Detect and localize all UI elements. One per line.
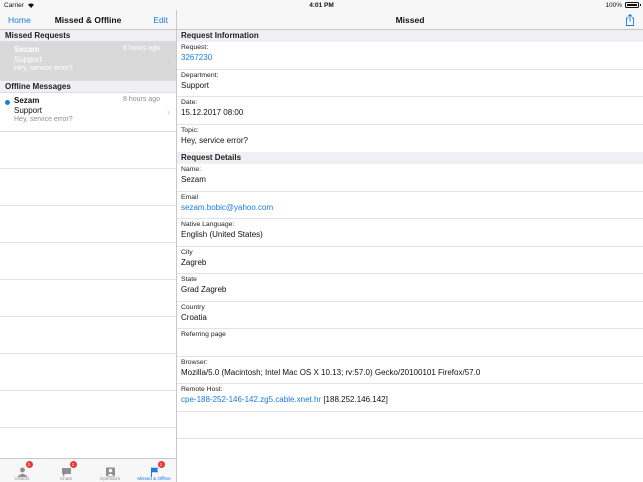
visitors-icon: 1 <box>17 461 33 477</box>
row-timestamp: 8 hours ago <box>123 45 160 52</box>
department-field: Department: Support <box>177 70 643 97</box>
ipad-screen: Carrier 4:01 PM 100% Home Missed & Offli… <box>0 0 643 482</box>
email-link[interactable]: sezam.bobic@yahoo.com <box>181 203 639 212</box>
edit-button[interactable]: Edit <box>153 15 168 25</box>
referring-page-field: Referring page <box>177 329 643 357</box>
row-timestamp: 8 hours ago <box>123 96 160 103</box>
date-field: Date: 15.12.2017 08:00 <box>177 97 643 125</box>
battery-percent: 100% <box>605 1 622 9</box>
detail-title: Missed <box>395 14 425 25</box>
missed-requests-header: Missed Requests <box>0 30 176 42</box>
state-field: State Grad Zagreb <box>177 274 643 302</box>
visitor-department: Support <box>14 106 43 115</box>
tab-missed-offline[interactable]: 1 Missed & Offline <box>132 459 176 482</box>
tab-badge: 1 <box>25 461 33 468</box>
unread-dot-icon <box>5 100 10 105</box>
missed-request-row[interactable]: Sezam Support Hey, service error? 8 hour… <box>0 42 176 81</box>
country-field: Country Croatia <box>177 302 643 329</box>
request-id-link[interactable]: 3267230 <box>181 53 639 62</box>
topic-field: Topic: Hey, service error? <box>181 126 248 145</box>
request-field: Request: 3267230 <box>177 42 643 70</box>
visitor-message: Hey, service error? <box>14 65 73 72</box>
flag-icon: 1 <box>149 461 165 477</box>
wifi-icon <box>27 3 34 8</box>
city-field: City Zagreb <box>177 247 643 274</box>
tab-badge: 1 <box>69 461 77 468</box>
offline-messages-header: Offline Messages <box>0 81 176 93</box>
chevron-right-icon: › <box>167 107 170 117</box>
request-details-header: Request Details <box>177 152 643 164</box>
share-icon[interactable] <box>625 14 635 26</box>
clock: 4:01 PM <box>309 1 334 9</box>
master-nav-bar: Home Missed & Offline Edit <box>0 10 176 30</box>
status-bar: Carrier 4:01 PM 100% <box>0 0 643 10</box>
visitor-message: Hey, service error? <box>14 116 73 123</box>
tab-chats[interactable]: 1 Chats <box>44 459 88 482</box>
remote-host-ip: [188.252.146.142] <box>323 395 388 404</box>
email-field: Email sezam.bobic@yahoo.com <box>177 192 643 219</box>
operators-icon <box>105 464 116 477</box>
name-field: Name: Sezam <box>177 164 643 192</box>
detail-nav-bar: Missed <box>177 10 643 30</box>
offline-message-row[interactable]: Sezam Support Hey, service error? 8 hour… <box>0 93 176 132</box>
request-information-header: Request Information <box>177 30 643 42</box>
remote-host-link[interactable]: cpe-188-252-146-142.zg5.cable.xnet.hr <box>181 395 321 404</box>
visitor-department: Support <box>14 55 43 64</box>
tab-bar: 1 Visitors 1 Chats Operators 1 Missed & … <box>0 458 176 482</box>
home-button[interactable]: Home <box>8 15 31 25</box>
battery-icon <box>625 2 641 8</box>
native-language-field: Native Language: English (United States) <box>177 219 643 247</box>
browser-field: Browser: Mozilla/5.0 (Macintosh; Intel M… <box>177 357 643 384</box>
chats-icon: 1 <box>61 461 77 477</box>
chevron-right-icon: › <box>167 56 170 66</box>
master-pane: Home Missed & Offline Edit Missed Reques… <box>0 10 177 482</box>
empty-list-area <box>0 132 176 428</box>
tab-badge: 1 <box>157 461 165 468</box>
remote-host-field: Remote Host: cpe-188-252-146-142.zg5.cab… <box>177 384 643 412</box>
carrier-label: Carrier <box>4 1 24 9</box>
tab-operators[interactable]: Operators <box>88 459 132 482</box>
tab-visitors[interactable]: 1 Visitors <box>0 459 44 482</box>
detail-pane: Missed Request Information Request: 3267… <box>177 10 643 482</box>
